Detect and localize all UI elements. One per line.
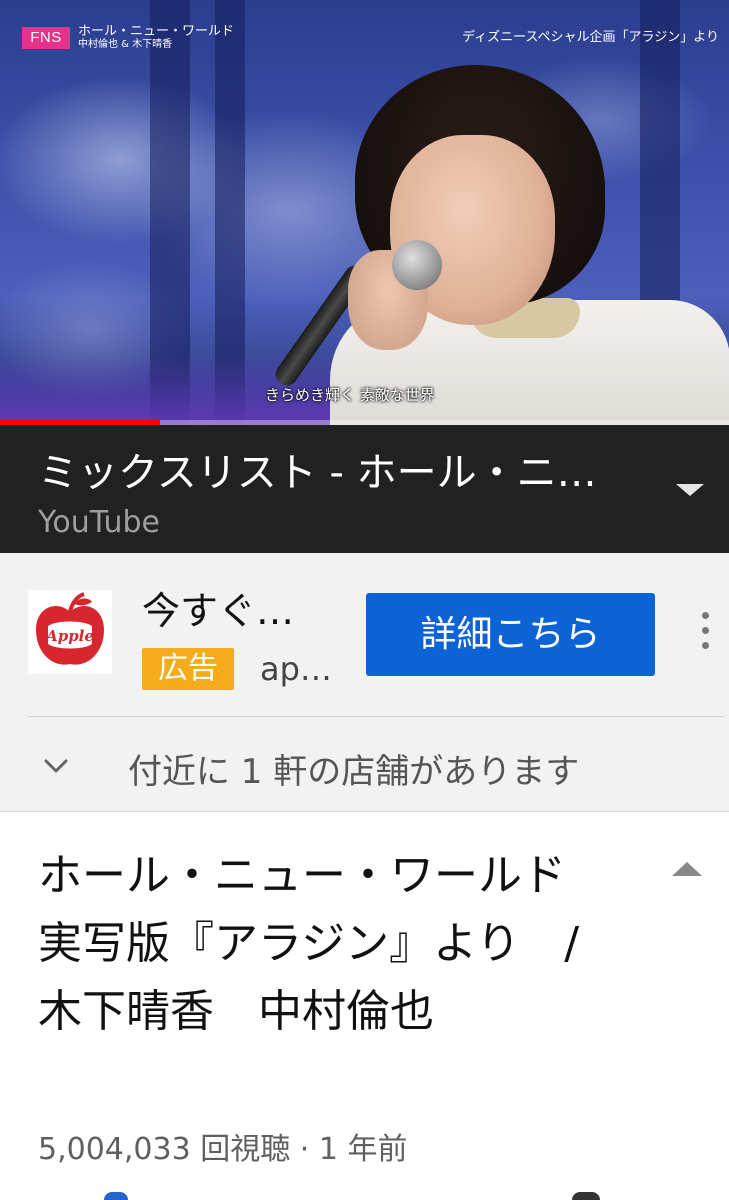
mix-title: ミックスリスト - ホール・ニュー・ワールド: [38, 450, 598, 496]
divider: [28, 716, 724, 717]
ad-advertiser[interactable]: ap…: [260, 650, 332, 688]
caret-down-icon[interactable]: [676, 484, 704, 496]
mix-subtitle: YouTube: [38, 505, 160, 540]
like-icon[interactable]: [104, 1192, 128, 1200]
advertiser-logo[interactable]: Apple: [28, 590, 112, 674]
video-title[interactable]: ホール・ニュー・ワールド 実写版『アラジン』より / 木下晴香 中村倫也: [38, 842, 638, 1046]
program-caption: ディズニースペシャル企画「アラジン」より: [461, 30, 719, 45]
more-vert-icon[interactable]: [695, 612, 715, 658]
caret-up-icon[interactable]: [672, 862, 702, 876]
divider: [0, 811, 729, 812]
ad-cta-button[interactable]: 詳細こちら: [366, 593, 655, 676]
song-caption-title: ホール・ニュー・ワールド: [78, 24, 235, 39]
store-notice[interactable]: 付近に 1 軒の店舗があります: [128, 744, 579, 793]
video-player[interactable]: FNS ホール・ニュー・ワールド 中村倫也 & 木下晴香 ディズニースペシャル企…: [0, 0, 729, 425]
ad-badge: 広告: [142, 648, 234, 690]
channel-badge: FNS: [22, 27, 70, 49]
chevron-down-icon[interactable]: [42, 752, 70, 780]
song-caption: ホール・ニュー・ワールド 中村倫也 & 木下晴香: [78, 24, 234, 51]
song-caption-performers: 中村倫也 & 木下晴香: [78, 39, 173, 50]
microphone-head: [392, 240, 442, 290]
ad-title[interactable]: 今すぐ…: [142, 580, 294, 635]
share-icon[interactable]: [572, 1192, 600, 1200]
video-meta: 5,004,033 回視聴 · 1 年前: [38, 1132, 408, 1167]
apple-logo-icon: Apple: [36, 592, 104, 665]
svg-text:Apple: Apple: [44, 627, 94, 645]
lyric-subtitle: きらめき輝く 素敵な世界: [265, 386, 435, 404]
